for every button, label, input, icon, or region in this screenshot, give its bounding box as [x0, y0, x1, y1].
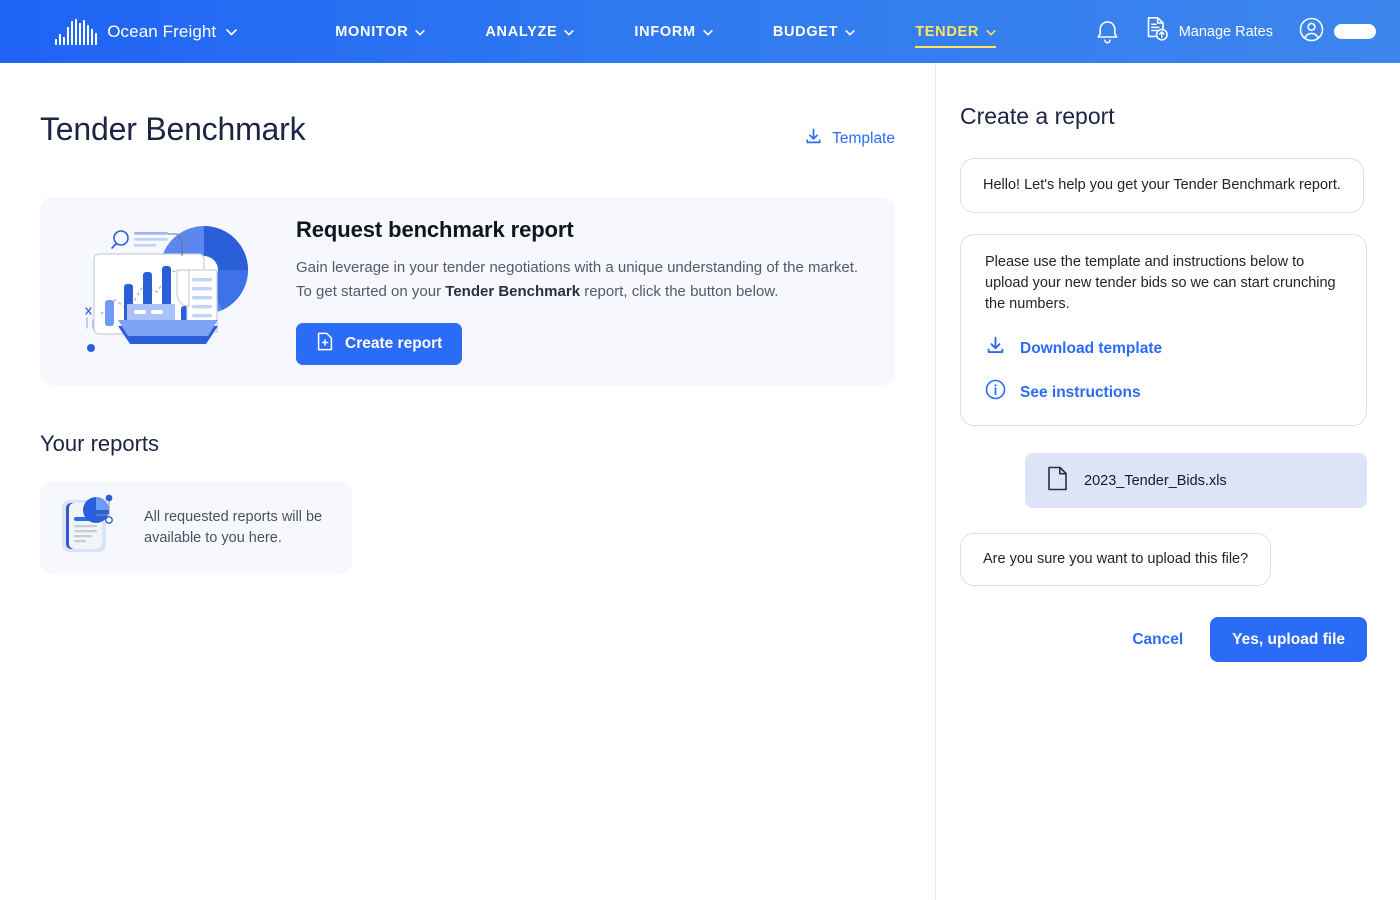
account-name-placeholder	[1334, 24, 1376, 39]
nav-label: BUDGET	[773, 24, 838, 40]
your-reports-title: Your reports	[40, 431, 895, 457]
template-link-label: Template	[832, 130, 895, 148]
card-description: Gain leverage in your tender negotiation…	[296, 256, 858, 304]
chat-message-confirm: Are you sure you want to upload this fil…	[960, 533, 1271, 586]
uploaded-file-name: 2023_Tender_Bids.xls	[1084, 473, 1227, 489]
manage-rates-button[interactable]: Manage Rates	[1145, 16, 1273, 47]
nav-label: ANALYZE	[485, 24, 557, 40]
document-plus-icon	[316, 332, 334, 356]
chevron-down-icon	[226, 29, 237, 36]
brand-logo[interactable]: Ocean Freight	[55, 19, 237, 45]
line2-bold: Tender Benchmark	[445, 283, 580, 300]
page-title: Tender Benchmark	[40, 111, 305, 148]
see-instructions-link[interactable]: See instructions	[985, 379, 1344, 406]
nav-item-tender[interactable]: TENDER	[885, 0, 1026, 63]
document-upload-icon	[1145, 16, 1170, 47]
panel-title: Create a report	[960, 103, 1115, 130]
account-menu[interactable]	[1299, 17, 1376, 47]
user-circle-icon	[1299, 17, 1324, 47]
nav-item-inform[interactable]: INFORM	[604, 0, 742, 63]
brand-label: Ocean Freight	[107, 22, 216, 42]
reports-empty-state: All requested reports will be available …	[40, 481, 352, 574]
info-circle-icon	[985, 379, 1006, 406]
nav-item-budget[interactable]: BUDGET	[743, 0, 885, 63]
chevron-down-icon	[986, 30, 996, 36]
card-description-line1: Gain leverage in your tender negotiation…	[296, 256, 858, 280]
create-report-panel: Create a report Hello! Let's help you ge…	[936, 63, 1399, 900]
main-content: Tender Benchmark Template	[0, 63, 936, 900]
chevron-down-icon	[415, 30, 425, 36]
line2-post: report, click the button below.	[580, 283, 778, 300]
confirm-upload-button[interactable]: Yes, upload file	[1210, 617, 1367, 662]
nav-label: INFORM	[634, 24, 695, 40]
header-actions: Manage Rates	[1096, 16, 1376, 47]
app-header: Ocean Freight MONITOR ANALYZE INFORM BUD…	[0, 0, 1400, 63]
file-icon	[1047, 466, 1068, 496]
nav-label: MONITOR	[335, 24, 408, 40]
waveform-logo-icon	[55, 19, 97, 45]
request-benchmark-body: Request benchmark report Gain leverage i…	[296, 217, 858, 365]
page-header: Tender Benchmark Template	[40, 111, 895, 151]
uploaded-file-chip[interactable]: 2023_Tender_Bids.xls	[1025, 453, 1367, 508]
card-description-line2: To get started on your Tender Benchmark …	[296, 280, 858, 304]
instructions-text: Please use the template and instructions…	[985, 252, 1344, 315]
report-document-chart-illustration	[56, 490, 132, 565]
chevron-down-icon	[845, 30, 855, 36]
analytics-ship-illustration	[74, 214, 264, 369]
request-benchmark-card: Request benchmark report Gain leverage i…	[40, 197, 895, 385]
manage-rates-label: Manage Rates	[1179, 24, 1273, 40]
reports-empty-text: All requested reports will be available …	[144, 507, 352, 549]
see-instructions-label: See instructions	[1020, 382, 1141, 403]
main-nav: MONITOR ANALYZE INFORM BUDGET TENDER	[305, 0, 1026, 63]
template-download-link[interactable]: Template	[804, 127, 895, 151]
nav-item-monitor[interactable]: MONITOR	[305, 0, 455, 63]
create-report-button[interactable]: Create report	[296, 323, 462, 365]
nav-label: TENDER	[915, 24, 979, 40]
card-title: Request benchmark report	[296, 217, 858, 243]
download-icon	[804, 127, 823, 151]
download-template-label: Download template	[1020, 338, 1162, 359]
line2-pre: To get started on your	[296, 283, 445, 300]
download-template-link[interactable]: Download template	[985, 335, 1344, 362]
chat-message-greeting: Hello! Let's help you get your Tender Be…	[960, 158, 1364, 213]
chevron-down-icon	[703, 30, 713, 36]
bell-icon[interactable]	[1096, 19, 1119, 44]
cancel-button[interactable]: Cancel	[1128, 625, 1187, 655]
nav-item-analyze[interactable]: ANALYZE	[455, 0, 604, 63]
panel-actions: Cancel Yes, upload file	[960, 617, 1367, 662]
create-report-label: Create report	[345, 335, 442, 353]
chevron-down-icon	[564, 30, 574, 36]
page-body: Tender Benchmark Template	[0, 63, 1400, 900]
chat-message-instructions: Please use the template and instructions…	[960, 234, 1367, 426]
download-icon	[985, 335, 1006, 362]
